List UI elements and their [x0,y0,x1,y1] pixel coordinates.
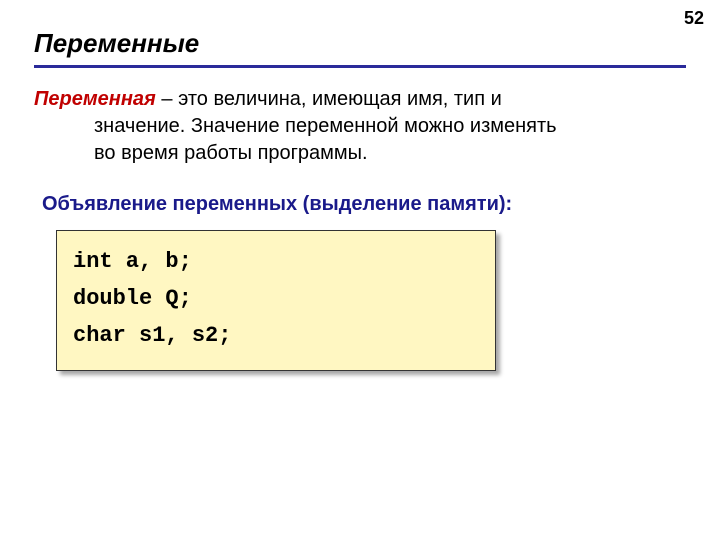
definition-paragraph: Переменная – это величина, имеющая имя, … [34,86,686,167]
page-number: 52 [684,8,704,29]
definition-line3: во время работы программы. [94,140,686,167]
definition-term: Переменная [34,88,156,110]
slide-title: Переменные [34,28,686,68]
definition-line1: – это величина, имеющая имя, тип и [156,88,502,110]
code-line-3: char s1, s2; [73,323,479,348]
definition-line2: значение. Значение переменной можно изме… [94,113,686,140]
section-label: Объявление переменных (выделение памяти)… [42,193,686,216]
code-line-1: int a, b; [73,249,479,274]
code-box: int a, b; double Q; char s1, s2; [56,230,496,371]
slide-content: Переменные Переменная – это величина, им… [0,0,720,371]
code-line-2: double Q; [73,286,479,311]
